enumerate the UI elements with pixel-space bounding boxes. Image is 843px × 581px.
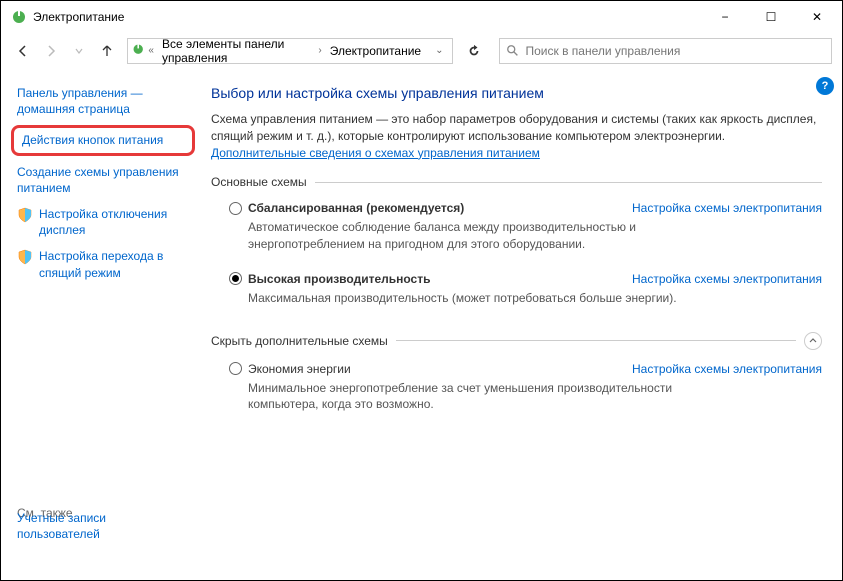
breadcrumb[interactable]: « Все элементы панели управления › Элект… bbox=[127, 38, 453, 64]
section-basic: Основные схемы bbox=[211, 175, 822, 189]
refresh-button[interactable] bbox=[461, 38, 487, 64]
configure-plan-link[interactable]: Настройка схемы электропитания bbox=[632, 362, 822, 376]
plan-high: Высокая производительность Настройка схе… bbox=[211, 268, 822, 322]
chevron-right-icon: › bbox=[318, 45, 321, 56]
minimize-button[interactable]: − bbox=[702, 1, 748, 33]
plan-desc: Максимальная производительность (может п… bbox=[248, 290, 678, 306]
breadcrumb-expand[interactable]: ⌄ bbox=[429, 45, 449, 56]
plan-eco: Экономия энергии Настройка схемы электро… bbox=[211, 358, 822, 428]
shield-icon bbox=[17, 207, 33, 223]
breadcrumb-icon bbox=[132, 43, 144, 59]
plan-name[interactable]: Сбалансированная (рекомендуется) bbox=[248, 201, 626, 215]
recent-dropdown[interactable] bbox=[67, 39, 91, 63]
help-button[interactable]: ? bbox=[816, 77, 834, 95]
radio-balanced[interactable] bbox=[229, 202, 242, 215]
breadcrumb-item[interactable]: Электропитание bbox=[326, 44, 425, 58]
shield-icon bbox=[17, 249, 33, 265]
sidebar-power-buttons[interactable]: Действия кнопок питания bbox=[22, 132, 184, 148]
up-button[interactable] bbox=[95, 39, 119, 63]
titlebar: Электропитание − ☐ ✕ bbox=[1, 1, 842, 33]
plan-name[interactable]: Высокая производительность bbox=[248, 272, 626, 286]
radio-high[interactable] bbox=[229, 272, 242, 285]
search-box[interactable] bbox=[499, 38, 833, 64]
configure-plan-link[interactable]: Настройка схемы электропитания bbox=[632, 201, 822, 215]
radio-eco[interactable] bbox=[229, 362, 242, 375]
maximize-button[interactable]: ☐ bbox=[748, 1, 794, 33]
main-content: ? Выбор или настройка схемы управления п… bbox=[201, 69, 842, 580]
sidebar: Панель управления — домашняя страница Де… bbox=[1, 69, 201, 580]
collapse-icon[interactable] bbox=[804, 332, 822, 350]
search-icon bbox=[506, 44, 520, 58]
back-button[interactable] bbox=[11, 39, 35, 63]
sidebar-create-plan[interactable]: Создание схемы управления питанием bbox=[17, 164, 191, 196]
forward-button[interactable] bbox=[39, 39, 63, 63]
configure-plan-link[interactable]: Настройка схемы электропитания bbox=[632, 272, 822, 286]
breadcrumb-item[interactable]: Все элементы панели управления bbox=[158, 37, 314, 65]
see-also-link[interactable]: Учетные записи пользователей bbox=[17, 510, 177, 542]
close-button[interactable]: ✕ bbox=[794, 1, 840, 33]
plan-desc: Минимальное энергопотребление за счет ум… bbox=[248, 380, 678, 412]
sidebar-home[interactable]: Панель управления — домашняя страница bbox=[17, 85, 191, 117]
learn-more-link[interactable]: Дополнительные сведения о схемах управле… bbox=[211, 146, 540, 160]
search-input[interactable] bbox=[526, 44, 826, 58]
window-title: Электропитание bbox=[33, 10, 702, 24]
highlighted-item: Действия кнопок питания bbox=[11, 125, 195, 155]
plan-desc: Автоматическое соблюдение баланса между … bbox=[248, 219, 678, 251]
app-icon bbox=[11, 9, 27, 25]
sidebar-display-off[interactable]: Настройка отключения дисплея bbox=[39, 206, 191, 238]
chevron-left-icon: « bbox=[148, 45, 154, 56]
page-title: Выбор или настройка схемы управления пит… bbox=[211, 85, 822, 101]
section-hidden: Скрыть дополнительные схемы bbox=[211, 332, 822, 350]
sidebar-sleep[interactable]: Настройка перехода в спящий режим bbox=[39, 248, 191, 280]
plan-balanced: Сбалансированная (рекомендуется) Настрой… bbox=[211, 197, 822, 267]
plan-name[interactable]: Экономия энергии bbox=[248, 362, 626, 376]
navbar: « Все элементы панели управления › Элект… bbox=[1, 33, 842, 69]
intro-text: Схема управления питанием — это набор па… bbox=[211, 111, 822, 161]
